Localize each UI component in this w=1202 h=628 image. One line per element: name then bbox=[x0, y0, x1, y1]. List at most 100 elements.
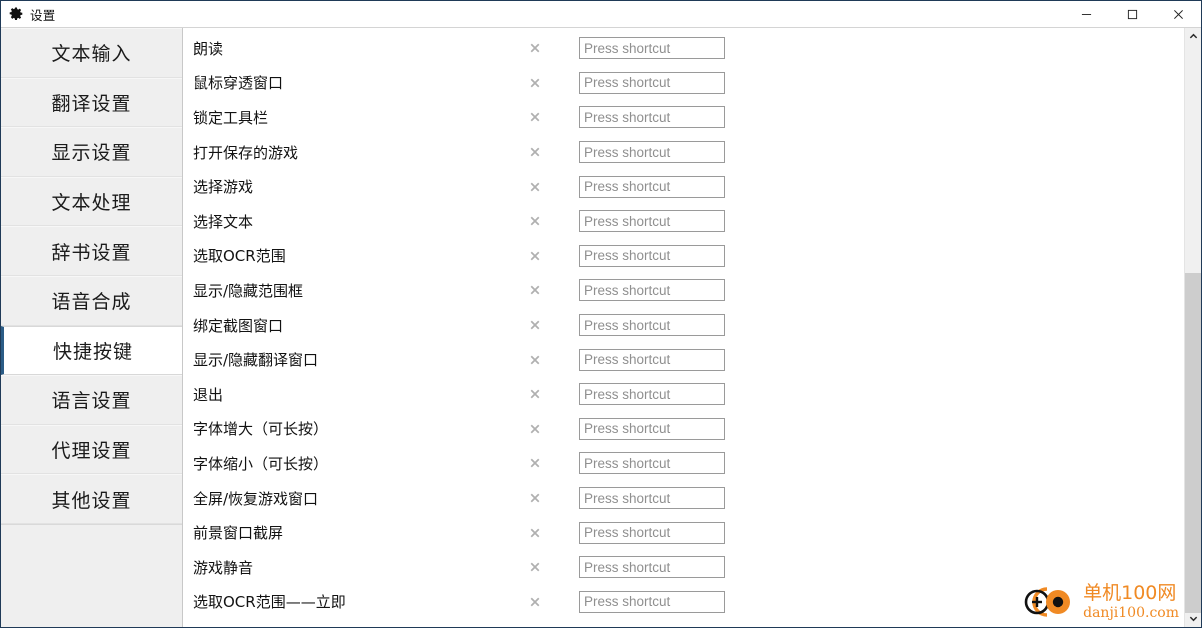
shortcut-action-label: 鼠标穿透窗口 bbox=[193, 74, 284, 93]
shortcut-row: 前景窗口截屏 bbox=[183, 515, 1184, 550]
sidebar-item-label: 文本输入 bbox=[51, 43, 132, 66]
shortcut-action-label: 字体增大（可长按） bbox=[193, 420, 329, 439]
shortcut-action-label: 打开保存的游戏 bbox=[193, 143, 299, 162]
shortcut-row: 全屏/恢复游戏窗口 bbox=[183, 481, 1184, 516]
minimize-button[interactable] bbox=[1063, 1, 1109, 27]
shortcut-row: 打开保存的游戏 bbox=[183, 135, 1184, 170]
clear-x-icon bbox=[530, 355, 540, 365]
clear-x-icon bbox=[530, 113, 540, 122]
scroll-down-button[interactable] bbox=[1185, 610, 1201, 627]
clear-shortcut-button[interactable] bbox=[513, 353, 557, 367]
clear-shortcut-button[interactable] bbox=[513, 456, 557, 470]
clear-shortcut-button[interactable] bbox=[513, 76, 557, 90]
clear-shortcut-button[interactable] bbox=[513, 387, 557, 401]
sidebar-item[interactable]: 文本处理 bbox=[1, 176, 182, 227]
shortcut-input[interactable] bbox=[579, 487, 725, 510]
shortcut-list: 朗读鼠标穿透窗口锁定工具栏打开保存的游戏选择游戏选择文本选取OCR范围显示/隐藏… bbox=[183, 28, 1184, 619]
shortcut-action-label: 朗读 bbox=[193, 39, 224, 58]
settings-sidebar: 文本输入翻译设置显示设置文本处理辞书设置语音合成快捷按键语言设置 代理设置其他设置 bbox=[1, 28, 183, 627]
sidebar-item[interactable]: 快捷按键 bbox=[1, 325, 182, 376]
sidebar-item[interactable]: 辞书设置 bbox=[1, 226, 182, 276]
shortcut-row: 字体缩小（可长按） bbox=[183, 446, 1184, 481]
shortcut-input[interactable] bbox=[579, 417, 725, 440]
shortcut-action-label: 选择文本 bbox=[193, 212, 254, 231]
shortcut-input[interactable] bbox=[579, 590, 725, 613]
clear-shortcut-button[interactable] bbox=[513, 41, 557, 55]
shortcut-action-label: 全屏/恢复游戏窗口 bbox=[193, 489, 319, 508]
shortcut-action-label: 字体缩小（可长按） bbox=[193, 454, 329, 473]
window-controls bbox=[1063, 1, 1201, 27]
sidebar-item[interactable]: 语言设置 bbox=[1, 375, 182, 425]
shortcut-input[interactable] bbox=[579, 71, 725, 94]
sidebar-item-label: 显示设置 bbox=[51, 142, 132, 165]
shortcut-input[interactable] bbox=[579, 210, 725, 233]
sidebar-filler bbox=[1, 523, 182, 627]
shortcut-input[interactable] bbox=[579, 383, 725, 406]
sidebar-item[interactable]: 语音合成 bbox=[1, 275, 182, 326]
shortcut-input[interactable] bbox=[579, 37, 725, 60]
gear-icon bbox=[9, 7, 23, 21]
sidebar-item-label: 其他设置 bbox=[51, 489, 132, 512]
window-title: 设置 bbox=[30, 8, 56, 23]
shortcut-row: 选择游戏 bbox=[183, 169, 1184, 204]
clear-shortcut-button[interactable] bbox=[513, 595, 557, 609]
sidebar-item-label: 语音合成 bbox=[51, 291, 132, 314]
clear-shortcut-button[interactable] bbox=[513, 214, 557, 228]
maximize-button[interactable] bbox=[1109, 1, 1155, 27]
shortcut-action-label: 选取OCR范围——立即 bbox=[193, 593, 346, 612]
shortcut-action-label: 显示/隐藏范围框 bbox=[193, 281, 304, 300]
clear-shortcut-button[interactable] bbox=[513, 422, 557, 436]
sidebar-item-label: 辞书设置 bbox=[51, 241, 132, 264]
window-body: 文本输入翻译设置显示设置文本处理辞书设置语音合成快捷按键语言设置 代理设置其他设置… bbox=[1, 28, 1201, 627]
shortcut-action-label: 选择游戏 bbox=[193, 178, 254, 197]
clear-shortcut-button[interactable] bbox=[513, 491, 557, 505]
shortcut-row: 锁定工具栏 bbox=[183, 100, 1184, 135]
shortcut-input[interactable] bbox=[579, 141, 725, 164]
shortcut-input[interactable] bbox=[579, 452, 725, 475]
close-button[interactable] bbox=[1155, 1, 1201, 27]
shortcut-row: 选取OCR范围 bbox=[183, 239, 1184, 274]
shortcut-input[interactable] bbox=[579, 556, 725, 579]
shortcut-row: 绑定截图窗口 bbox=[183, 308, 1184, 343]
scroll-up-button[interactable] bbox=[1185, 28, 1201, 45]
sidebar-item-label: 快捷按键 bbox=[52, 340, 133, 363]
clear-shortcut-button[interactable] bbox=[513, 526, 557, 540]
sidebar-item[interactable]: 文本输入 bbox=[1, 28, 182, 78]
title-bar: 设置 bbox=[1, 1, 1201, 28]
clear-x-icon bbox=[530, 389, 540, 399]
shortcut-input[interactable] bbox=[579, 175, 725, 198]
shortcut-action-label: 选取OCR范围 bbox=[193, 247, 286, 266]
shortcut-action-label: 游戏静音 bbox=[193, 558, 254, 577]
clear-x-icon bbox=[530, 562, 540, 572]
shortcut-row: 鼠标穿透窗口 bbox=[183, 66, 1184, 101]
shortcut-input[interactable] bbox=[579, 314, 725, 337]
shortcut-row: 退出 bbox=[183, 377, 1184, 412]
clear-shortcut-button[interactable] bbox=[513, 283, 557, 297]
shortcut-action-label: 显示/隐藏翻译窗口 bbox=[193, 351, 319, 370]
clear-x-icon bbox=[530, 251, 540, 261]
shortcut-action-label: 退出 bbox=[193, 385, 224, 404]
scrollbar-thumb[interactable] bbox=[1185, 273, 1201, 613]
clear-x-icon bbox=[530, 493, 540, 503]
shortcut-input[interactable] bbox=[579, 244, 725, 267]
sidebar-item[interactable]: 显示设置 bbox=[1, 127, 182, 177]
shortcut-row: 显示/隐藏范围框 bbox=[183, 273, 1184, 308]
sidebar-item[interactable]: 翻译设置 bbox=[1, 77, 182, 128]
clear-shortcut-button[interactable] bbox=[513, 560, 557, 574]
shortcut-input[interactable] bbox=[579, 348, 725, 371]
shortcut-input[interactable] bbox=[579, 521, 725, 544]
sidebar-item[interactable]: 其他设置 bbox=[1, 474, 182, 524]
clear-shortcut-button[interactable] bbox=[513, 318, 557, 332]
vertical-scrollbar[interactable] bbox=[1184, 28, 1201, 627]
shortcut-input[interactable] bbox=[579, 279, 725, 302]
clear-shortcut-button[interactable] bbox=[513, 145, 557, 159]
title-bar-left: 设置 bbox=[1, 5, 55, 24]
clear-shortcut-button[interactable] bbox=[513, 110, 557, 124]
sidebar-item[interactable]: 代理设置 bbox=[1, 424, 182, 475]
clear-shortcut-button[interactable] bbox=[513, 180, 557, 194]
clear-x-icon bbox=[530, 597, 540, 607]
settings-window: 设置 文本输入翻译设置显示设置文本处理辞书设置语音合成快捷按键语言设置 代理设置其… bbox=[0, 0, 1202, 628]
shortcut-input[interactable] bbox=[579, 106, 725, 129]
clear-shortcut-button[interactable] bbox=[513, 249, 557, 263]
sidebar-item-label: 翻译设置 bbox=[51, 92, 132, 115]
